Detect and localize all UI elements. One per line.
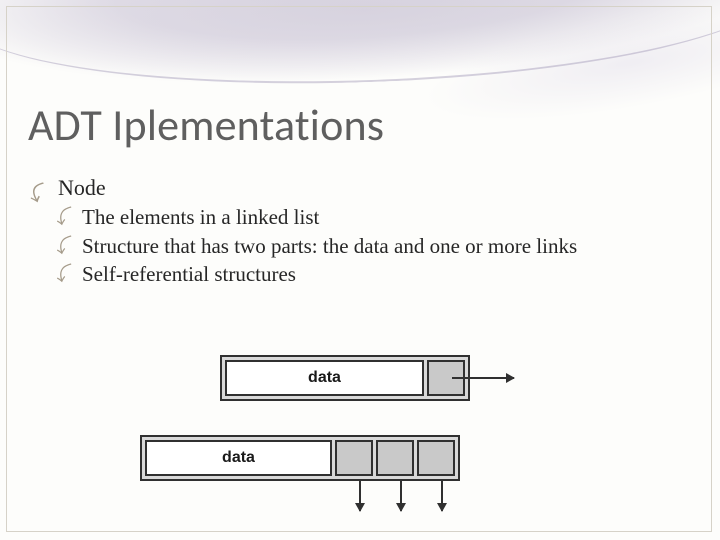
slide-title: ADT Iplementations xyxy=(28,98,384,152)
arrow-down-icon xyxy=(359,481,361,511)
bullet-level2: The elements in a linked list xyxy=(56,205,690,231)
node-diagram: data data xyxy=(70,355,660,525)
bullet-level2: Structure that has two parts: the data a… xyxy=(56,234,690,260)
node-single-link: data xyxy=(220,355,470,401)
arrow-right-icon xyxy=(452,377,514,379)
arrow-down-icon xyxy=(400,481,402,511)
bullet-level1: Node xyxy=(30,175,690,201)
bullet-level2: Self-referential structures xyxy=(56,262,690,288)
arrow-down-icon xyxy=(441,481,443,511)
node-data-cell: data xyxy=(225,360,424,396)
node-link-cell xyxy=(376,440,414,476)
node-data-cell: data xyxy=(145,440,332,476)
slide-body: Node The elements in a linked list Struc… xyxy=(30,175,690,291)
node-multi-link: data xyxy=(140,435,460,481)
node-link-cell xyxy=(417,440,455,476)
node-link-cell xyxy=(335,440,373,476)
